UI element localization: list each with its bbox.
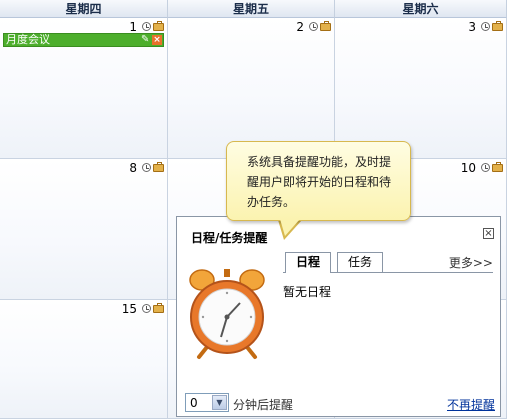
- tooltip-line: 系统具备提醒功能，及时提: [247, 155, 392, 169]
- minutes-select[interactable]: 0 ▼: [185, 393, 229, 412]
- day-number: 15: [121, 302, 137, 316]
- task-icon[interactable]: [492, 21, 503, 31]
- day-cell-3[interactable]: 3: [335, 18, 507, 159]
- task-icon[interactable]: [320, 21, 331, 31]
- clock-icon[interactable]: [142, 163, 151, 172]
- day-number: 3: [468, 20, 476, 34]
- day-cell-2[interactable]: 2: [168, 18, 335, 159]
- clock-icon[interactable]: [481, 22, 490, 31]
- minutes-suffix: 分钟后提醒: [233, 398, 294, 412]
- day-cell-15[interactable]: 15: [0, 300, 168, 419]
- day-cell-8[interactable]: 8: [0, 159, 168, 300]
- event-label: 月度会议: [6, 33, 50, 46]
- day-number: 10: [460, 161, 476, 175]
- reminder-title: 日程/任务提醒: [191, 231, 268, 245]
- clock-icon[interactable]: [142, 22, 151, 31]
- more-link[interactable]: 更多>>: [449, 254, 493, 271]
- header-thursday: 星期四: [0, 0, 168, 18]
- event-monthly-meeting[interactable]: 月度会议 ✎ ×: [3, 33, 164, 47]
- task-icon[interactable]: [153, 162, 164, 172]
- tab-schedule[interactable]: 日程: [285, 252, 331, 273]
- stop-reminding-link[interactable]: 不再提醒: [447, 396, 495, 413]
- minutes-value: 0: [190, 396, 198, 410]
- day-cell-1[interactable]: 1 月度会议 ✎ ×: [0, 18, 168, 159]
- tab-task[interactable]: 任务: [337, 252, 383, 272]
- reminder-panel: 日程/任务提醒 × 日程 任务 更多>> 暂无日程 0 ▼ 分钟后提醒 不再提醒: [176, 216, 501, 417]
- day-number: 1: [129, 20, 137, 34]
- empty-schedule-text: 暂无日程: [283, 285, 332, 299]
- chevron-down-icon[interactable]: ▼: [212, 395, 227, 410]
- day-number: 2: [296, 20, 304, 34]
- tooltip-line: 醒用户即将开始的日程和待: [247, 175, 392, 189]
- tooltip-line: 办任务。: [247, 195, 296, 209]
- task-icon[interactable]: [153, 21, 164, 31]
- delete-icon[interactable]: ×: [152, 35, 162, 45]
- task-icon[interactable]: [492, 162, 503, 172]
- header-friday: 星期五: [168, 0, 335, 18]
- header-saturday: 星期六: [335, 0, 507, 18]
- clock-icon[interactable]: [142, 304, 151, 313]
- feature-tooltip: 系统具备提醒功能，及时提 醒用户即将开始的日程和待 办任务。: [226, 141, 411, 221]
- tooltip-tail-fill: [280, 219, 300, 236]
- day-number: 8: [129, 161, 137, 175]
- clock-icon[interactable]: [481, 163, 490, 172]
- close-icon[interactable]: ×: [483, 228, 494, 239]
- reminder-footer: 0 ▼ 分钟后提醒 不再提醒: [185, 393, 495, 413]
- task-icon[interactable]: [153, 303, 164, 313]
- reminder-tabs: 日程 任务 更多>>: [283, 252, 493, 273]
- alarm-clock-icon: [189, 269, 265, 359]
- clock-icon[interactable]: [309, 22, 318, 31]
- edit-icon[interactable]: ✎: [141, 35, 150, 45]
